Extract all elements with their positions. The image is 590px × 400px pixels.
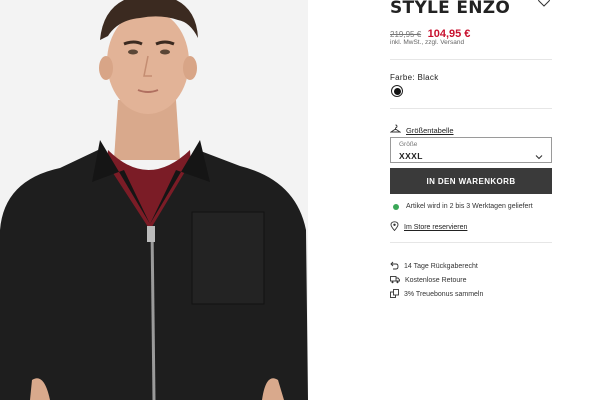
color-label: Farbe: Black: [390, 73, 439, 82]
delivery-status: Artikel wird in 2 bis 3 Werktagen gelief…: [390, 203, 533, 210]
product-title: STYLE ENZO: [390, 0, 511, 18]
size-select[interactable]: Größe XXXL: [390, 137, 552, 163]
reserve-in-store-link[interactable]: Im Store reservieren: [390, 218, 467, 236]
benefit-label: 3% Treuebonus sammeln: [404, 290, 484, 298]
bonus-stack-icon: [390, 285, 399, 303]
old-price: 219,95 €: [390, 30, 422, 39]
size-select-value: XXXL: [399, 151, 423, 161]
chevron-down-icon: [535, 147, 543, 165]
size-select-label: Größe: [399, 141, 418, 148]
benefit-item-bonus: 3% Treuebonus sammeln: [390, 285, 483, 303]
product-image: [0, 0, 308, 400]
divider: [390, 242, 552, 243]
divider: [390, 108, 552, 109]
reserve-in-store-label: Im Store reservieren: [404, 223, 468, 231]
color-label-key: Farbe:: [390, 73, 415, 82]
divider: [390, 59, 552, 60]
add-to-cart-button[interactable]: IN DEN WARENKORB: [390, 168, 552, 194]
wishlist-heart-icon[interactable]: [537, 0, 551, 8]
location-pin-icon: [390, 218, 399, 236]
status-dot-icon: [393, 203, 399, 210]
size-guide-label: Größentabelle: [406, 125, 454, 135]
delivery-text: Artikel wird in 2 bis 3 Werktagen gelief…: [406, 203, 533, 210]
benefit-label: Kostenlose Retoure: [405, 276, 467, 284]
benefit-label: 14 Tage Rückgaberecht: [404, 262, 478, 270]
color-swatch-black[interactable]: [391, 85, 403, 97]
tax-note: inkl. MwSt., zzgl. Versand: [390, 39, 465, 46]
color-label-value: Black: [417, 73, 439, 82]
